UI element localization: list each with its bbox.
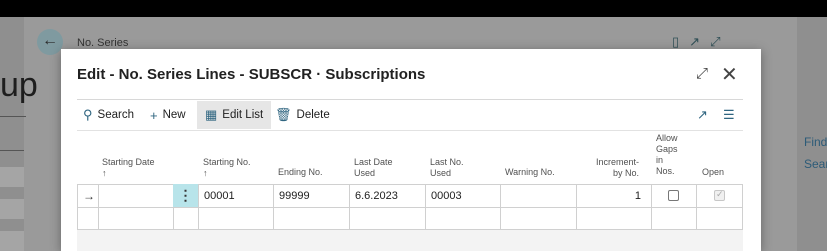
back-arrow-icon[interactable]: ← <box>37 29 63 55</box>
header-text: Allow <box>656 133 678 143</box>
divider <box>77 130 743 131</box>
header-text: Gaps <box>656 144 678 154</box>
background-page-actions: ▯↗⤢ <box>672 34 730 50</box>
header-text: by No. <box>612 168 639 178</box>
background-heading: up <box>0 66 38 104</box>
row-selector-arrow-icon[interactable]: → <box>83 189 95 203</box>
header-text: in <box>656 155 664 165</box>
cell-warning-no[interactable] <box>506 190 571 204</box>
dialog-title: Edit - No. Series Lines - SUBSCR · Subsc… <box>77 66 426 83</box>
expand-icon[interactable]: ⤢ <box>710 34 730 49</box>
header-text: Starting Date <box>102 157 155 167</box>
column-header-starting-date[interactable]: Starting Date ↑ <box>102 157 155 179</box>
allow-gaps-checkbox[interactable] <box>668 190 679 201</box>
header-text: Last No. <box>430 157 464 167</box>
cell-last-no-used[interactable]: 00003 <box>431 190 462 202</box>
list-view-icon[interactable]: ☰ <box>723 107 735 123</box>
cell-ending-no[interactable]: 99999 <box>279 190 310 202</box>
search-button[interactable]: ⚲ Search <box>83 101 134 129</box>
expand-icon[interactable]: ⤢ <box>696 65 708 82</box>
delete-button[interactable]: 🗑 Delete <box>275 101 330 129</box>
table-row-empty[interactable] <box>98 208 742 229</box>
cell-last-date-used[interactable]: 6.6.2023 <box>355 190 398 202</box>
column-header-last-date-used[interactable]: Last Date Used <box>354 157 393 179</box>
row-menu-icon[interactable]: ⋮ <box>173 184 198 207</box>
share-icon[interactable]: ↗ <box>697 107 708 123</box>
delete-label: Delete <box>296 109 330 121</box>
header-text: Ending No. <box>278 167 323 177</box>
background-link-search[interactable]: Sear <box>804 157 827 171</box>
divider <box>77 99 743 100</box>
divider <box>0 116 26 117</box>
cell-starting-date[interactable] <box>101 190 171 204</box>
edit-dialog: Edit - No. Series Lines - SUBSCR · Subsc… <box>61 49 761 251</box>
trash-icon: 🗑 <box>275 107 292 122</box>
column-header-increment-by-no[interactable]: Increment- by No. <box>581 157 639 179</box>
header-text: Nos. <box>656 166 675 176</box>
background-row <box>0 231 24 251</box>
divider <box>0 150 24 151</box>
column-header-starting-no[interactable]: Starting No. ↑ <box>203 157 251 179</box>
plus-icon: + <box>150 107 158 123</box>
top-bar <box>0 0 827 17</box>
edit-list-button[interactable]: ▦ Edit List <box>197 101 272 129</box>
header-text: Used <box>354 168 376 178</box>
grid-footer <box>77 230 743 251</box>
background-row <box>0 199 24 219</box>
search-label: Search <box>97 109 134 121</box>
column-header-ending-no[interactable]: Ending No. <box>278 167 323 178</box>
header-text: Open <box>702 167 725 177</box>
open-checkbox[interactable] <box>714 189 725 201</box>
cell-increment-by-no[interactable]: 1 <box>581 190 641 202</box>
cell-starting-no[interactable]: 00001 <box>204 190 235 202</box>
sort-ascending-icon: ↑ <box>203 168 208 178</box>
header-text: Warning No. <box>505 167 555 177</box>
new-label: New <box>162 109 186 121</box>
background-page-title: No. Series <box>77 37 129 49</box>
bookmark-icon[interactable]: ▯ <box>672 34 689 49</box>
header-text: Last Date <box>354 157 393 167</box>
column-header-open[interactable]: Open <box>702 167 724 178</box>
column-header-last-no-used[interactable]: Last No. Used <box>430 157 464 179</box>
search-icon: ⚲ <box>83 107 93 122</box>
background-row <box>0 167 24 187</box>
header-text: Used <box>430 168 452 178</box>
background-link-find[interactable]: Find <box>804 135 827 149</box>
column-header-warning-no[interactable]: Warning No. <box>505 167 555 178</box>
edit-list-icon: ▦ <box>205 107 218 122</box>
sort-ascending-icon: ↑ <box>102 168 107 178</box>
divider <box>77 184 78 229</box>
new-button[interactable]: + New <box>150 101 186 129</box>
open-new-icon[interactable]: ↗ <box>689 34 710 49</box>
column-header-allow-gaps[interactable]: Allow Gaps in Nos. <box>656 133 678 177</box>
divider <box>742 184 743 229</box>
header-text: Starting No. <box>203 157 251 167</box>
close-icon[interactable]: ✕ <box>721 62 738 87</box>
header-text: Increment- <box>595 157 639 167</box>
edit-list-label: Edit List <box>222 109 264 121</box>
